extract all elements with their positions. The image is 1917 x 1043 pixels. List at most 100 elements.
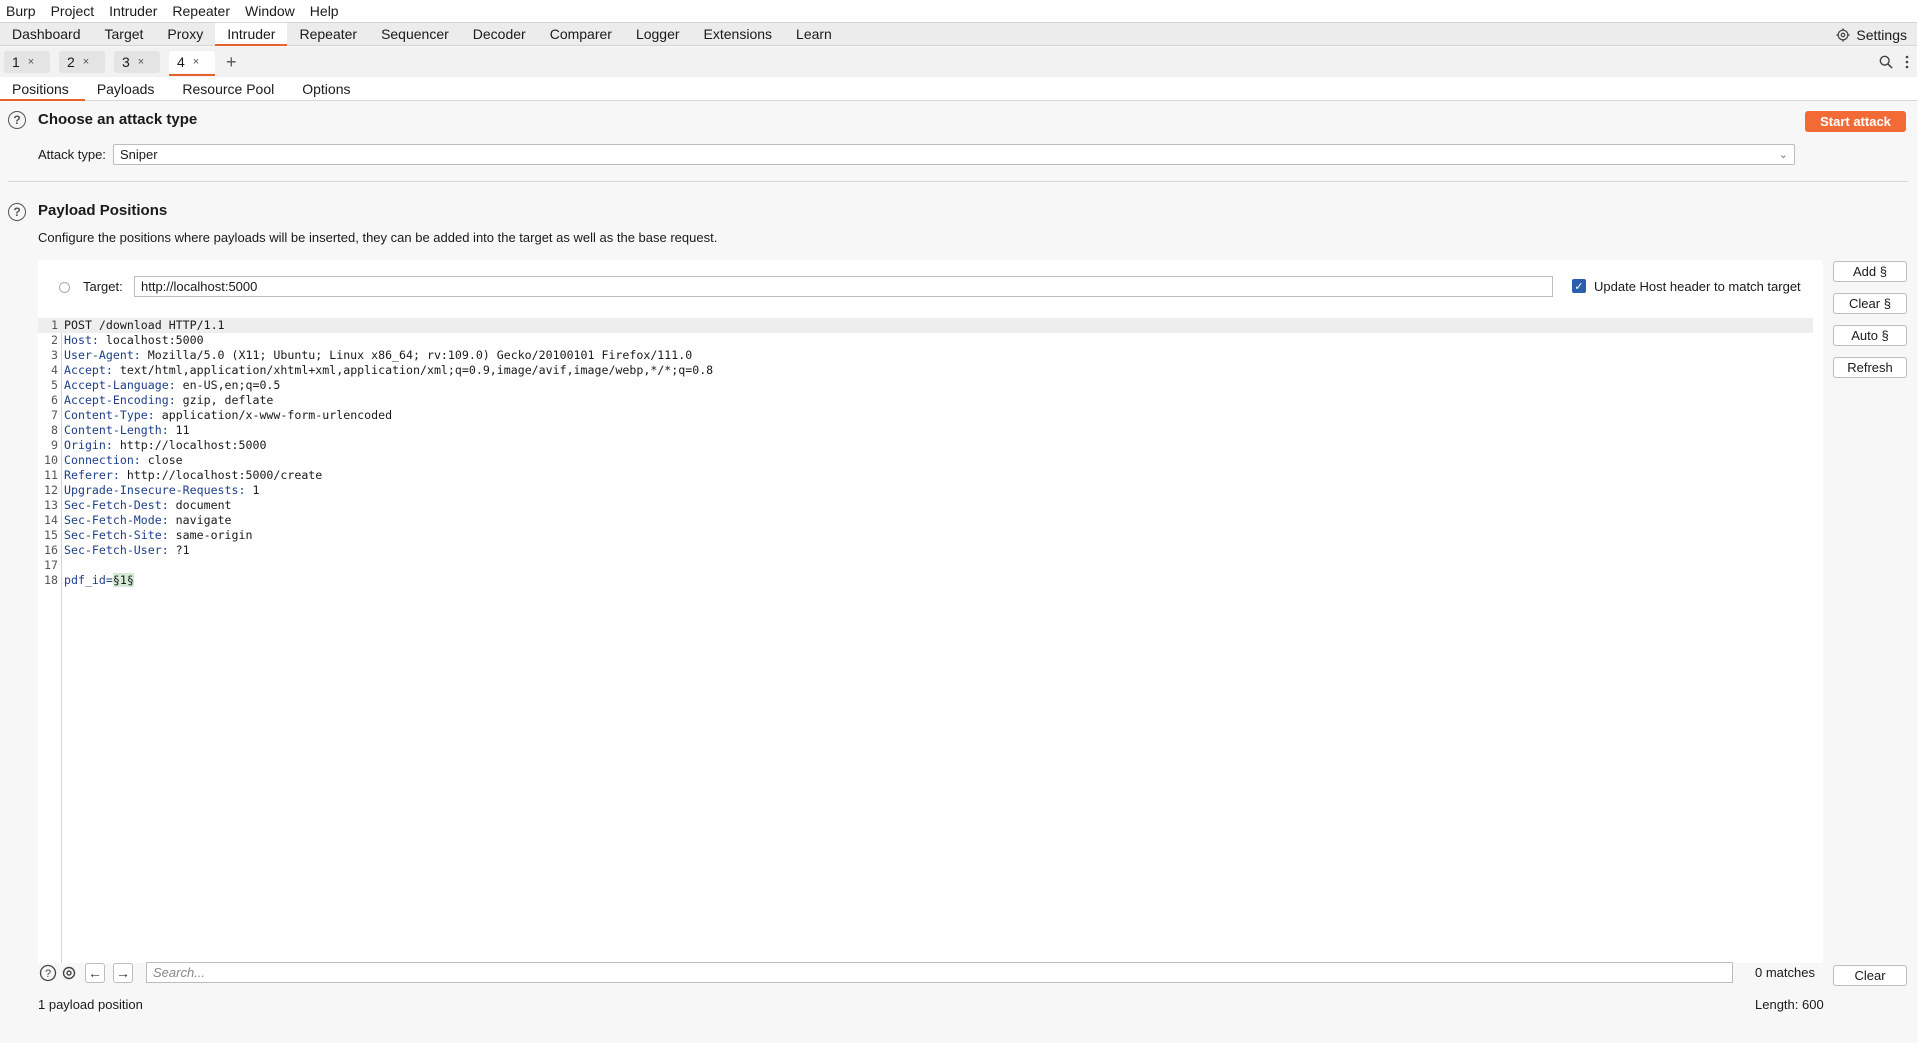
menu-repeater[interactable]: Repeater bbox=[172, 3, 238, 19]
line-text: Accept-Language: en-US,en;q=0.5 bbox=[64, 378, 280, 393]
instance-tab-1[interactable]: 1 × bbox=[4, 51, 50, 73]
search-input[interactable]: Search... bbox=[146, 962, 1733, 983]
request-line[interactable]: 8 Content-Length: 11 bbox=[38, 423, 1813, 438]
target-value: http://localhost:5000 bbox=[141, 279, 258, 294]
request-line[interactable]: 15 Sec-Fetch-Site: same-origin bbox=[38, 528, 1813, 543]
menu-intruder[interactable]: Intruder bbox=[109, 3, 165, 19]
help-icon[interactable]: ? bbox=[38, 963, 58, 983]
clear-button[interactable]: Clear bbox=[1833, 965, 1907, 986]
request-line[interactable]: 12 Upgrade-Insecure-Requests: 1 bbox=[38, 483, 1813, 498]
close-icon[interactable]: × bbox=[138, 56, 144, 68]
help-icon[interactable]: ? bbox=[8, 111, 26, 129]
header-name: Sec-Fetch-Mode: bbox=[64, 513, 169, 527]
header-name: Referer: bbox=[64, 468, 120, 482]
add-tab-icon[interactable]: + bbox=[226, 52, 237, 73]
header-name: Host: bbox=[64, 333, 99, 347]
gear-icon[interactable] bbox=[59, 963, 79, 983]
line-number: 6 bbox=[51, 393, 58, 407]
payload-position-count: 1 payload position bbox=[38, 997, 143, 1012]
line-text: Sec-Fetch-Site: same-origin bbox=[64, 528, 252, 543]
tab-logger[interactable]: Logger bbox=[624, 23, 692, 45]
header-name: Accept-Language: bbox=[64, 378, 176, 392]
request-line[interactable]: 2 Host: localhost:5000 bbox=[38, 333, 1813, 348]
add-marker-button[interactable]: Add § bbox=[1833, 261, 1907, 282]
tab-resource-pool[interactable]: Resource Pool bbox=[170, 77, 290, 100]
attack-type-label: Attack type: bbox=[38, 147, 106, 162]
header-value: http://localhost:5000 bbox=[112, 438, 267, 452]
line-text: Sec-Fetch-User: ?1 bbox=[64, 543, 190, 558]
arrow-right-icon[interactable]: → bbox=[113, 963, 133, 983]
update-host-label: Update Host header to match target bbox=[1594, 279, 1801, 294]
instance-tab-4[interactable]: 4 × bbox=[169, 51, 215, 76]
menu-help[interactable]: Help bbox=[310, 3, 347, 19]
tab-dashboard[interactable]: Dashboard bbox=[0, 23, 93, 45]
attack-type-select[interactable]: Sniper ⌄ bbox=[113, 144, 1795, 165]
instance-tab-2[interactable]: 2 × bbox=[59, 51, 105, 73]
header-value: 1 bbox=[245, 483, 260, 497]
request-line[interactable]: 18 pdf_id=§1§ bbox=[38, 573, 1813, 588]
tab-repeater[interactable]: Repeater bbox=[287, 23, 369, 45]
close-icon[interactable]: × bbox=[193, 56, 199, 68]
menu-window[interactable]: Window bbox=[245, 3, 303, 19]
tab-decoder[interactable]: Decoder bbox=[461, 23, 538, 45]
request-line[interactable]: 16 Sec-Fetch-User: ?1 bbox=[38, 543, 1813, 558]
line-number: 5 bbox=[51, 378, 58, 392]
close-icon[interactable]: × bbox=[83, 56, 89, 68]
request-line[interactable]: 13 Sec-Fetch-Dest: document bbox=[38, 498, 1813, 513]
line-number: 13 bbox=[44, 498, 58, 512]
search-placeholder: Search... bbox=[153, 965, 206, 980]
tab-learn[interactable]: Learn bbox=[784, 23, 844, 45]
target-icon bbox=[59, 282, 70, 293]
request-line[interactable]: 4 Accept: text/html,application/xhtml+xml… bbox=[38, 363, 1813, 378]
more-options-icon[interactable] bbox=[1905, 55, 1909, 69]
line-text: Upgrade-Insecure-Requests: 1 bbox=[64, 483, 259, 498]
refresh-button[interactable]: Refresh bbox=[1833, 357, 1907, 378]
request-line[interactable]: 14 Sec-Fetch-Mode: navigate bbox=[38, 513, 1813, 528]
start-attack-button[interactable]: Start attack bbox=[1805, 111, 1906, 132]
update-host-checkbox[interactable]: ✓ bbox=[1572, 279, 1586, 293]
arrow-left-icon[interactable]: ← bbox=[85, 963, 105, 983]
clear-markers-button[interactable]: Clear § bbox=[1833, 293, 1907, 314]
request-line[interactable]: 10 Connection: close bbox=[38, 453, 1813, 468]
tab-sequencer[interactable]: Sequencer bbox=[369, 23, 461, 45]
header-value: POST /download HTTP/1.1 bbox=[64, 318, 225, 332]
instance-tab-label: 1 bbox=[12, 54, 20, 70]
instance-tab-3[interactable]: 3 × bbox=[114, 51, 160, 73]
close-icon[interactable]: × bbox=[28, 56, 34, 68]
menu-project[interactable]: Project bbox=[51, 3, 103, 19]
line-number: 2 bbox=[51, 333, 58, 347]
target-input[interactable]: http://localhost:5000 bbox=[134, 276, 1553, 297]
tab-extensions[interactable]: Extensions bbox=[692, 23, 784, 45]
line-number: 9 bbox=[51, 438, 58, 452]
line-text: Origin: http://localhost:5000 bbox=[64, 438, 266, 453]
request-line[interactable]: 1 POST /download HTTP/1.1 bbox=[38, 318, 1813, 333]
request-editor[interactable]: 1 POST /download HTTP/1.1 2 Host: localhost… bbox=[38, 318, 1823, 963]
auto-markers-button[interactable]: Auto § bbox=[1833, 325, 1907, 346]
request-line[interactable]: 5 Accept-Language: en-US,en;q=0.5 bbox=[38, 378, 1813, 393]
instance-tools bbox=[1879, 47, 1909, 77]
attack-type-title: Choose an attack type bbox=[38, 111, 198, 128]
tab-target[interactable]: Target bbox=[93, 23, 156, 45]
request-line[interactable]: 6 Accept-Encoding: gzip, deflate bbox=[38, 393, 1813, 408]
menu-burp[interactable]: Burp bbox=[6, 3, 44, 19]
header-value: application/x-www-form-urlencoded bbox=[154, 408, 393, 422]
request-line[interactable]: 9 Origin: http://localhost:5000 bbox=[38, 438, 1813, 453]
payload-marker[interactable]: §1§ bbox=[112, 573, 134, 587]
line-text: Referer: http://localhost:5000/create bbox=[64, 468, 322, 483]
request-line[interactable]: 3 User-Agent: Mozilla/5.0 (X11; Ubuntu; L… bbox=[38, 348, 1813, 363]
request-line[interactable]: 7 Content-Type: application/x-www-form-ur… bbox=[38, 408, 1813, 423]
tab-positions[interactable]: Positions bbox=[0, 77, 85, 101]
help-icon[interactable]: ? bbox=[8, 203, 26, 221]
tab-intruder[interactable]: Intruder bbox=[215, 23, 288, 46]
attack-type-value: Sniper bbox=[120, 147, 158, 162]
request-line[interactable]: 17 bbox=[38, 558, 1813, 573]
settings-button[interactable]: Settings bbox=[1836, 23, 1907, 47]
tab-payloads[interactable]: Payloads bbox=[85, 77, 171, 100]
search-icon[interactable] bbox=[1879, 55, 1893, 69]
request-line[interactable]: 11 Referer: http://localhost:5000/create bbox=[38, 468, 1813, 483]
instance-tabs: 1 × 2 × 3 × 4 × + bbox=[0, 47, 1917, 77]
tab-comparer[interactable]: Comparer bbox=[538, 23, 624, 45]
tab-options[interactable]: Options bbox=[290, 77, 366, 100]
line-number: 17 bbox=[44, 558, 58, 572]
tab-proxy[interactable]: Proxy bbox=[155, 23, 215, 45]
